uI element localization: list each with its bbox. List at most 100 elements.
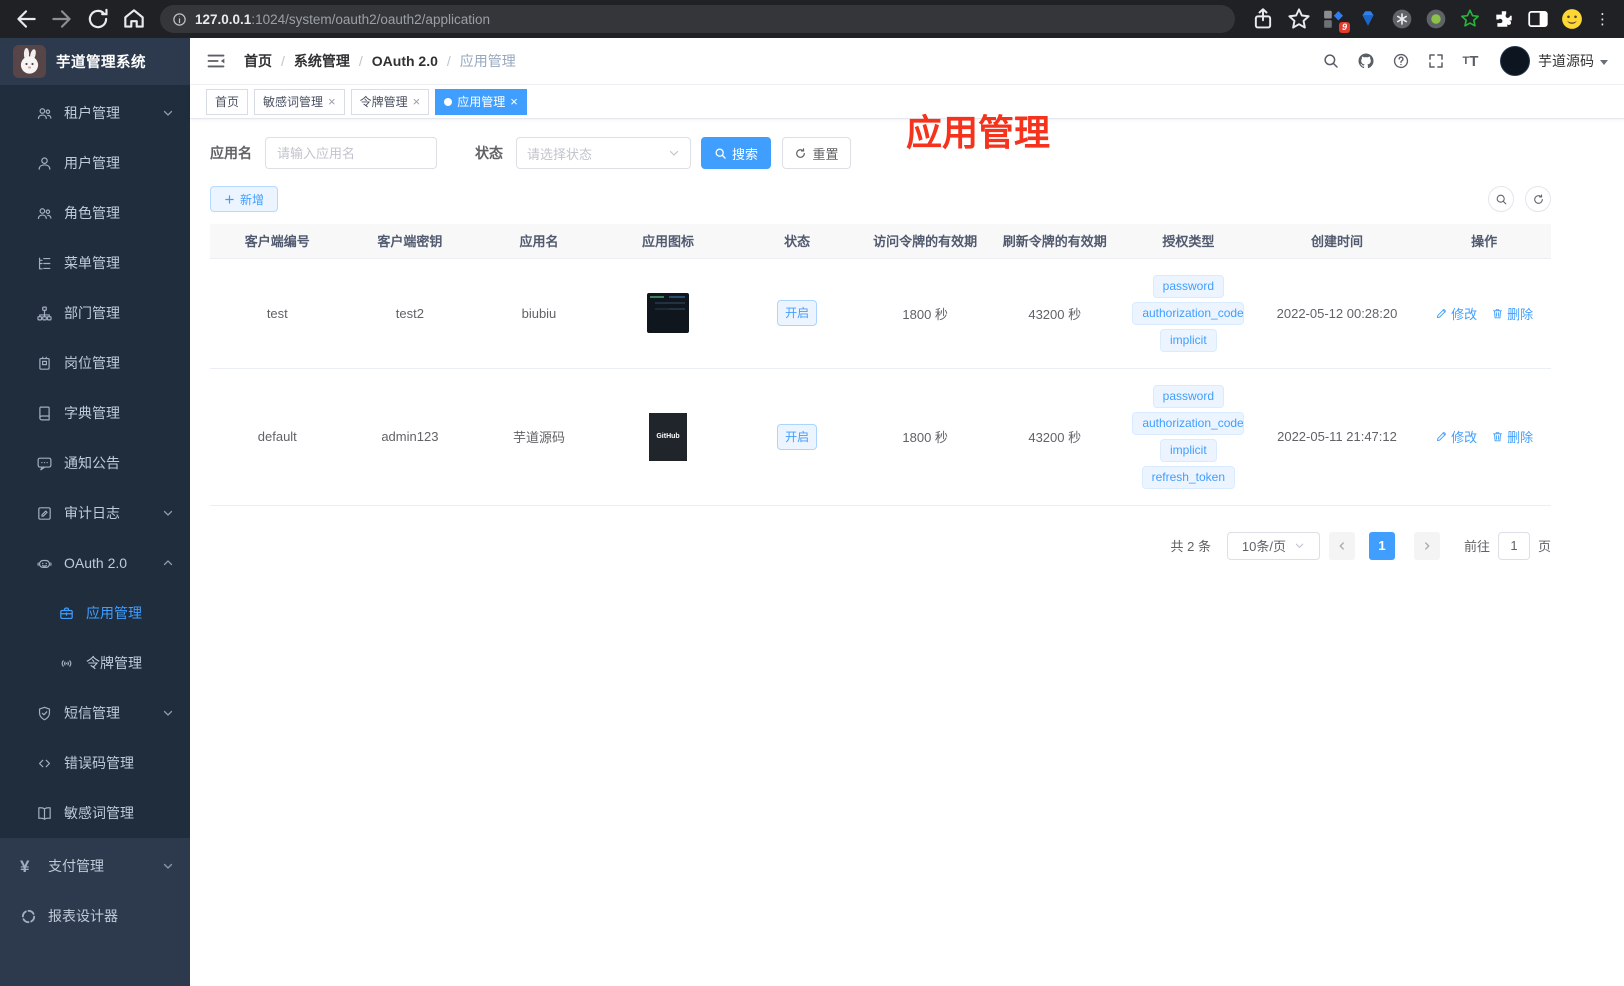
close-tab-icon[interactable]: ×	[328, 95, 336, 108]
breadcrumb-item[interactable]: 首页	[244, 53, 272, 69]
sidebar-item-post[interactable]: 岗位管理	[0, 338, 190, 388]
dict-icon	[36, 405, 53, 422]
grant-type-tag: implicit	[1159, 328, 1217, 352]
tags-view-bar: 首页 敏感词管理 × 令牌管理 × 应用管理 ×	[190, 85, 1624, 119]
reset-button[interactable]: 重置	[782, 137, 851, 169]
sidebar-item-oauth2-application[interactable]: 应用管理	[0, 588, 190, 638]
prev-page-button[interactable]	[1328, 531, 1355, 560]
top-navbar: 首页 / 系统管理 / OAuth 2.0 / 应用管理 TT 芋道源码	[190, 38, 1624, 85]
add-button[interactable]: 新增	[210, 186, 279, 212]
refresh-token-ttl-cell: 43200 秒	[989, 368, 1121, 506]
sidebar-item-tenant[interactable]: 租户管理	[0, 88, 190, 138]
sidebar-item-oauth2-token[interactable]: 令牌管理	[0, 638, 190, 688]
browser-profile-avatar[interactable]	[1561, 8, 1583, 30]
sidebar-item-dict[interactable]: 字典管理	[0, 388, 190, 438]
status-select[interactable]: 请选择状态	[516, 137, 691, 169]
chevron-up-icon	[162, 557, 174, 569]
tab-敏感词管理[interactable]: 敏感词管理 ×	[254, 88, 345, 115]
page-size-select[interactable]: 10条/页	[1226, 531, 1320, 560]
breadcrumb-separator: /	[281, 53, 285, 69]
page-number-button[interactable]: 1	[1368, 531, 1395, 560]
pay-icon: ¥	[20, 856, 30, 876]
sidebar-item-pay[interactable]: ¥ 支付管理	[0, 841, 190, 891]
extension-command-icon[interactable]	[1391, 8, 1413, 30]
created-time-cell: 2022-05-11 21:47:12	[1256, 368, 1418, 506]
status-cell: 开启	[733, 368, 861, 506]
back-icon[interactable]	[13, 6, 39, 32]
site-info-icon[interactable]	[172, 12, 187, 27]
sidebar-item-menu[interactable]: 菜单管理	[0, 238, 190, 288]
sidebar-item-sms[interactable]: 短信管理	[0, 688, 190, 738]
collapse-sidebar-icon[interactable]	[206, 51, 226, 71]
tab-应用管理[interactable]: 应用管理 ×	[435, 88, 527, 115]
reload-icon[interactable]	[85, 6, 111, 32]
extension-green-star-icon[interactable]	[1459, 8, 1481, 30]
total-count: 共 2 条	[1170, 539, 1211, 554]
table-row: test test2 biubiu 开启 1800 秒 43200 秒 password au…	[210, 258, 1551, 369]
delete-button[interactable]: 删除	[1491, 427, 1533, 446]
app-logo-cell	[602, 258, 734, 369]
column-header: 操作	[1417, 224, 1551, 259]
breadcrumb-item[interactable]: 系统管理	[294, 53, 350, 69]
edit-button[interactable]: 修改	[1435, 304, 1477, 323]
app-logo[interactable]: 芋道管理系统	[0, 38, 190, 85]
post-icon	[36, 355, 53, 372]
extension-gem-icon[interactable]	[1357, 8, 1379, 30]
next-page-button[interactable]	[1413, 531, 1440, 560]
search-toggle-button[interactable]	[1488, 186, 1514, 212]
extension-grid-icon[interactable]: 9	[1323, 8, 1350, 33]
address-bar[interactable]: 127.0.0.1:1024/system/oauth2/oauth2/appl…	[160, 5, 1235, 33]
close-tab-icon[interactable]: ×	[510, 95, 518, 108]
extension-record-icon[interactable]	[1425, 8, 1447, 30]
chevron-down-icon	[1294, 540, 1305, 551]
sidebar-menu: 租户管理 用户管理 角色管理 菜单管理 部门管理 岗位管理 字典管理 通知公告 审计日志 OAut…	[0, 85, 190, 986]
sidebar-item-error-code[interactable]: 错误码管理	[0, 738, 190, 788]
app-name-input[interactable]	[265, 137, 437, 169]
user-name[interactable]: 芋道源码	[1538, 51, 1594, 71]
browser-menu-icon[interactable]: ⋮	[1595, 10, 1610, 28]
fullscreen-icon[interactable]	[1426, 52, 1445, 71]
font-size-icon[interactable]: TT	[1461, 52, 1480, 71]
user-avatar[interactable]	[1500, 46, 1530, 76]
sidebar-item-role[interactable]: 角色管理	[0, 188, 190, 238]
side-panel-icon[interactable]	[1527, 8, 1549, 30]
grant-type-tag: refresh_token	[1141, 465, 1236, 489]
search-button[interactable]: 搜索	[701, 137, 771, 169]
search-icon[interactable]	[1321, 52, 1340, 71]
goto-page-input[interactable]	[1497, 531, 1530, 560]
refresh-table-button[interactable]	[1525, 186, 1551, 212]
github-icon[interactable]	[1356, 52, 1375, 71]
sidebar-item-oauth2[interactable]: OAuth 2.0	[0, 538, 190, 588]
client-secret-cell: admin123	[344, 368, 476, 506]
client-id-cell: default	[210, 368, 345, 506]
sidebar-item-audit-log[interactable]: 审计日志	[0, 488, 190, 538]
sidebar-item-dept[interactable]: 部门管理	[0, 288, 190, 338]
actions-cell: 修改 删除	[1417, 368, 1551, 506]
chevron-down-icon	[162, 507, 174, 519]
dept-icon	[36, 305, 53, 322]
pagination: 共 2 条 10条/页 1 前往 页	[210, 531, 1551, 560]
status-cell: 开启	[733, 258, 861, 369]
help-icon[interactable]	[1391, 52, 1410, 71]
bookmark-star-icon[interactable]	[1286, 6, 1312, 32]
sidebar-item-sensitive-word[interactable]: 敏感词管理	[0, 788, 190, 838]
close-tab-icon[interactable]: ×	[413, 95, 421, 108]
app-logo-image	[647, 293, 690, 333]
delete-button[interactable]: 删除	[1491, 304, 1533, 323]
table-row: default admin123 芋道源码 GitHub 开启 1800 秒 43200 秒…	[210, 368, 1551, 506]
tab-首页[interactable]: 首页	[206, 88, 249, 115]
sidebar-item-user[interactable]: 用户管理	[0, 138, 190, 188]
breadcrumb-separator: /	[446, 53, 451, 69]
forward-icon[interactable]	[49, 6, 75, 32]
status-label: 状态	[475, 145, 503, 161]
tab-令牌管理[interactable]: 令牌管理 ×	[350, 88, 430, 115]
share-icon[interactable]	[1250, 6, 1276, 32]
edit-button[interactable]: 修改	[1435, 427, 1477, 446]
sidebar-item-notice[interactable]: 通知公告	[0, 438, 190, 488]
sidebar-item-report-designer[interactable]: 报表设计器	[0, 891, 190, 941]
breadcrumb-item[interactable]: OAuth 2.0	[372, 53, 438, 69]
home-icon[interactable]	[121, 6, 147, 32]
extension-puzzle-icon[interactable]	[1493, 8, 1515, 30]
chevron-down-icon[interactable]	[1600, 59, 1608, 65]
role-icon	[36, 205, 53, 222]
